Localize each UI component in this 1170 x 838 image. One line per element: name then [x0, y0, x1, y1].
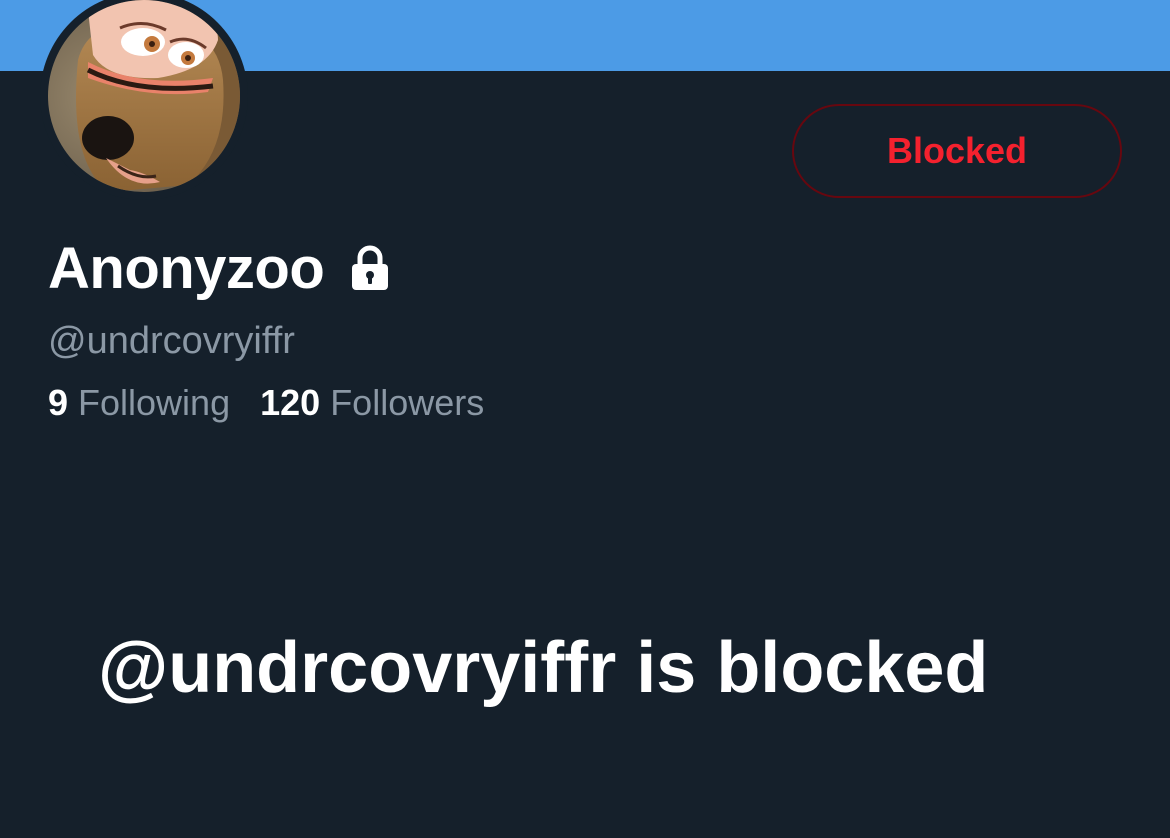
- followers-label: Followers: [330, 382, 485, 423]
- lock-icon: [352, 245, 389, 290]
- followers-link[interactable]: 120 Followers: [260, 382, 484, 424]
- avatar-image: [48, 0, 240, 192]
- following-label: Following: [78, 382, 231, 423]
- avatar[interactable]: [40, 0, 248, 200]
- followers-count: 120: [260, 382, 321, 423]
- following-link[interactable]: 9 Following: [48, 382, 230, 424]
- profile-stats: 9 Following 120 Followers: [48, 382, 484, 424]
- profile-handle: @undrcovryiffr: [48, 320, 295, 362]
- display-name: Anonyzoo: [48, 235, 325, 301]
- blocked-notice: @undrcovryiffr is blocked: [98, 628, 989, 708]
- blocked-button[interactable]: Blocked: [792, 104, 1122, 198]
- profile-name-row: Anonyzoo: [48, 232, 390, 304]
- following-count: 9: [48, 382, 69, 423]
